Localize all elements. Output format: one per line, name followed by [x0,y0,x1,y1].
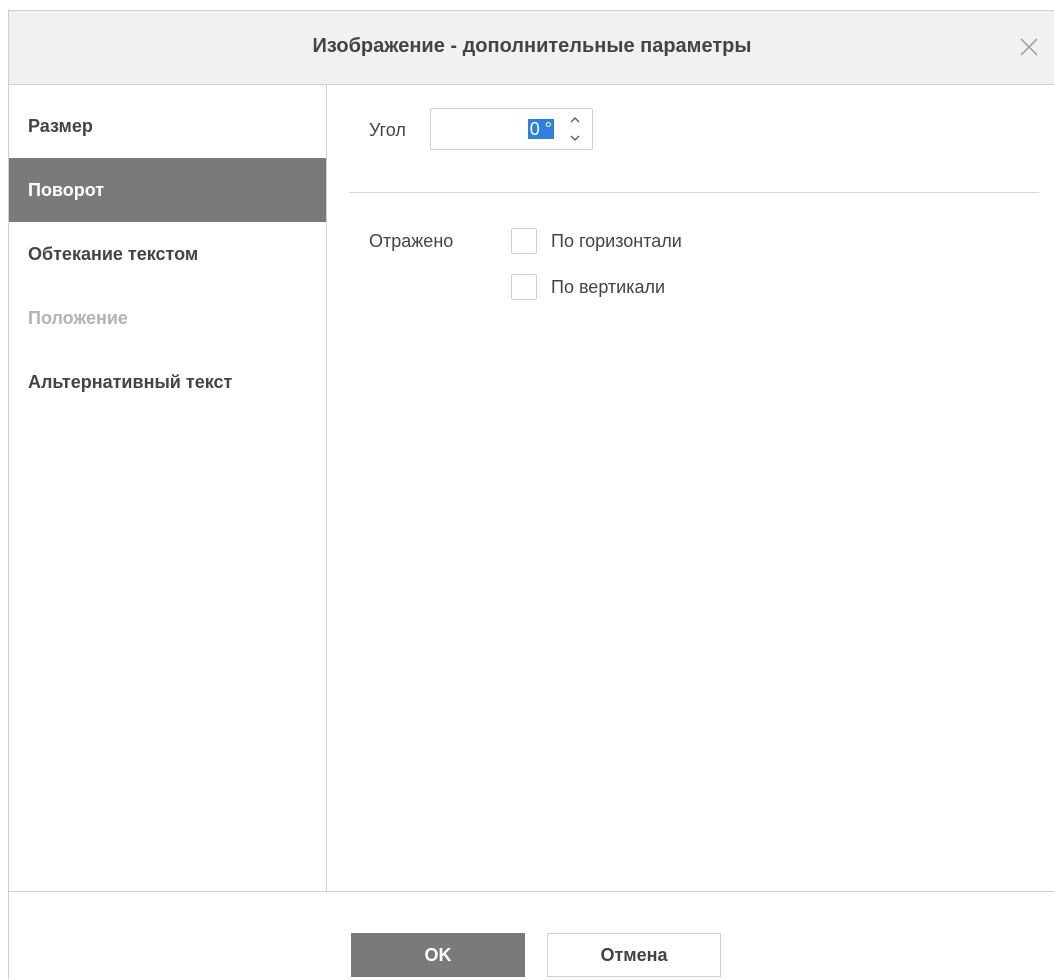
dialog-title: Изображение - дополнительные параметры [312,35,752,57]
dialog-footer: OK Отмена [9,891,1054,980]
angle-decrement-button[interactable] [566,131,584,145]
sidebar-item-position: Положение [28,308,128,328]
flip-horizontal-checkbox[interactable] [511,228,537,254]
chevron-down-icon [570,135,580,141]
sidebar-item-text-wrapping[interactable]: Обтекание текстом [9,222,326,286]
rotation-panel: Угол 0 ° Отражено По горизонтали По верт… [327,85,1054,891]
angle-increment-button[interactable] [566,113,584,127]
image-advanced-settings-dialog: Изображение - дополнительные параметры Р… [8,10,1054,979]
close-icon [1020,38,1038,56]
close-button[interactable] [1015,33,1043,61]
flip-label: Отражено [369,231,454,251]
sidebar-item-alt-text[interactable]: Альтернативный текст [9,350,326,414]
ok-button[interactable]: OK [351,933,525,977]
flip-vertical-label[interactable]: По вертикали [551,277,665,298]
chevron-up-icon [570,117,580,123]
dialog-header: Изображение - дополнительные параметры [9,11,1054,85]
sidebar-item-rotation[interactable]: Поворот [9,158,326,222]
angle-spinner[interactable]: 0 ° [430,108,593,150]
flip-vertical-checkbox[interactable] [511,274,537,300]
cancel-button[interactable]: Отмена [547,933,721,977]
flip-horizontal-label[interactable]: По горизонтали [551,231,682,252]
angle-label: Угол [369,120,406,140]
settings-sidebar: Размер Поворот Обтекание текстом Положен… [9,85,327,891]
sidebar-item-size[interactable]: Размер [9,94,326,158]
angle-value[interactable]: 0 ° [527,119,554,139]
section-divider [349,192,1039,193]
